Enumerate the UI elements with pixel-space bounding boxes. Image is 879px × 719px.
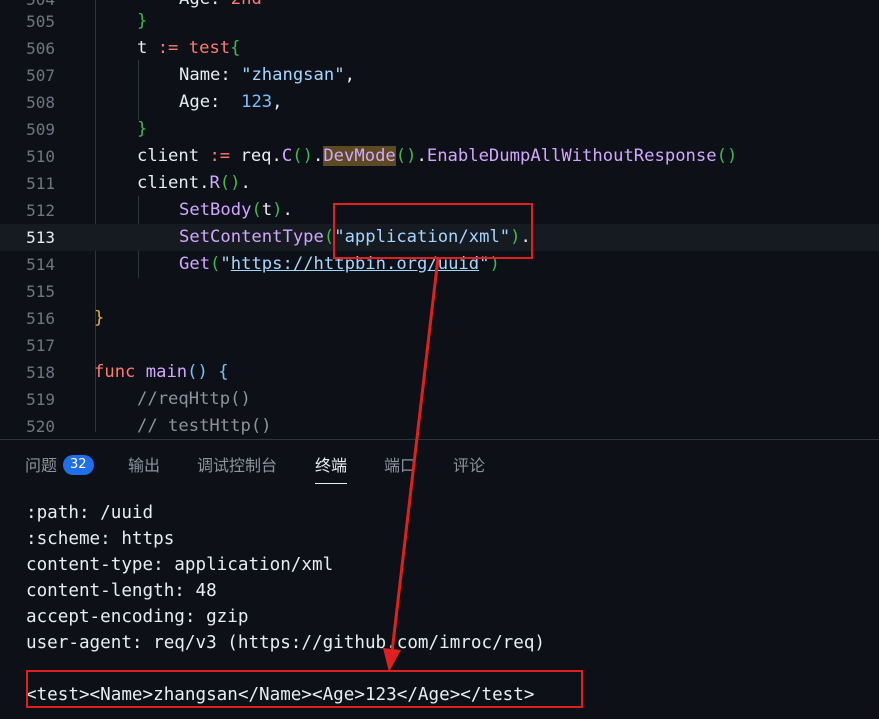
line-number: 513	[26, 228, 55, 247]
code-line[interactable]: 509 }	[0, 116, 879, 143]
line-number: 508	[26, 93, 55, 112]
tab-problems-label: 问题	[25, 456, 58, 475]
code-line[interactable]: 518 func main() {	[0, 359, 879, 386]
line-number: 520	[26, 417, 55, 436]
code-text: Name: "zhangsan",	[179, 65, 355, 85]
code-comment: // testHttp()	[137, 416, 272, 436]
code-comment: //reqHttp()	[137, 389, 251, 409]
tab-comments[interactable]: 评论	[453, 440, 485, 490]
terminal-line: user-agent: req/v3 (https://github.com/i…	[26, 633, 546, 653]
terminal-line: :path: /uuid	[26, 503, 154, 523]
tab-comments-label: 评论	[453, 456, 486, 475]
code-text: t := test{	[137, 38, 241, 58]
code-text: }	[137, 11, 148, 31]
terminal-line: :scheme: https	[26, 529, 175, 549]
line-number: 505	[26, 12, 55, 31]
code-text: Age: 123,	[179, 92, 283, 112]
code-line[interactable]: 511 client.R().	[0, 170, 879, 197]
tab-problems[interactable]: 问题 32	[25, 440, 94, 490]
line-number: 514	[26, 255, 55, 274]
code-line[interactable]: 510 client := req.C().DevMode().EnableDu…	[0, 143, 879, 170]
problems-count-badge: 32	[63, 454, 94, 475]
line-number: 510	[26, 147, 55, 166]
line-number: 519	[26, 390, 55, 409]
line-number: 515	[26, 282, 55, 301]
code-text: client := req.C().DevMode().EnableDumpAl…	[137, 146, 738, 166]
code-line[interactable]: 519 //reqHttp()	[0, 386, 879, 413]
line-number: 511	[26, 174, 55, 193]
code-text: func main() {	[94, 362, 229, 382]
code-line[interactable]: 517	[0, 332, 879, 359]
panel-tabs: 问题 32 输出 调试控制台 终端 端口 评论	[0, 440, 879, 490]
tab-debug-console-label: 调试控制台	[197, 456, 278, 475]
tab-ports[interactable]: 端口	[384, 440, 416, 490]
highlight-box-xml-body	[26, 670, 583, 708]
line-number: 518	[26, 363, 55, 382]
code-line[interactable]: 508 Age: 123,	[0, 89, 879, 116]
highlight-box-content-type	[333, 203, 533, 259]
tab-ports-label: 端口	[384, 456, 417, 475]
tab-terminal-label: 终端	[315, 456, 348, 475]
code-line[interactable]: 516 }	[0, 305, 879, 332]
tab-output-label: 输出	[128, 456, 161, 475]
tab-debug-console[interactable]: 调试控制台	[197, 440, 277, 490]
line-number: 507	[26, 66, 55, 85]
code-line[interactable]: 520 // testHttp()	[0, 413, 879, 439]
line-number: 512	[26, 201, 55, 220]
tab-terminal[interactable]: 终端	[315, 440, 348, 490]
code-text: SetBody(t).	[179, 200, 293, 220]
line-number: 509	[26, 120, 55, 139]
terminal-line: content-type: application/xml	[26, 555, 334, 575]
code-text: client.R().	[137, 173, 251, 193]
terminal-line: accept-encoding: gzip	[26, 607, 249, 627]
line-number: 516	[26, 309, 55, 328]
terminal-line: content-length: 48	[26, 581, 217, 601]
code-line[interactable]: 515	[0, 278, 879, 305]
line-number: 517	[26, 336, 55, 355]
code-line[interactable]: 507 Name: "zhangsan",	[0, 62, 879, 89]
tab-output[interactable]: 输出	[128, 440, 160, 490]
line-number: 506	[26, 39, 55, 58]
code-line[interactable]: 506 t := test{	[0, 35, 879, 62]
code-text: }	[94, 308, 105, 328]
code-text: }	[137, 119, 148, 139]
code-line[interactable]: 505 }	[0, 8, 879, 35]
